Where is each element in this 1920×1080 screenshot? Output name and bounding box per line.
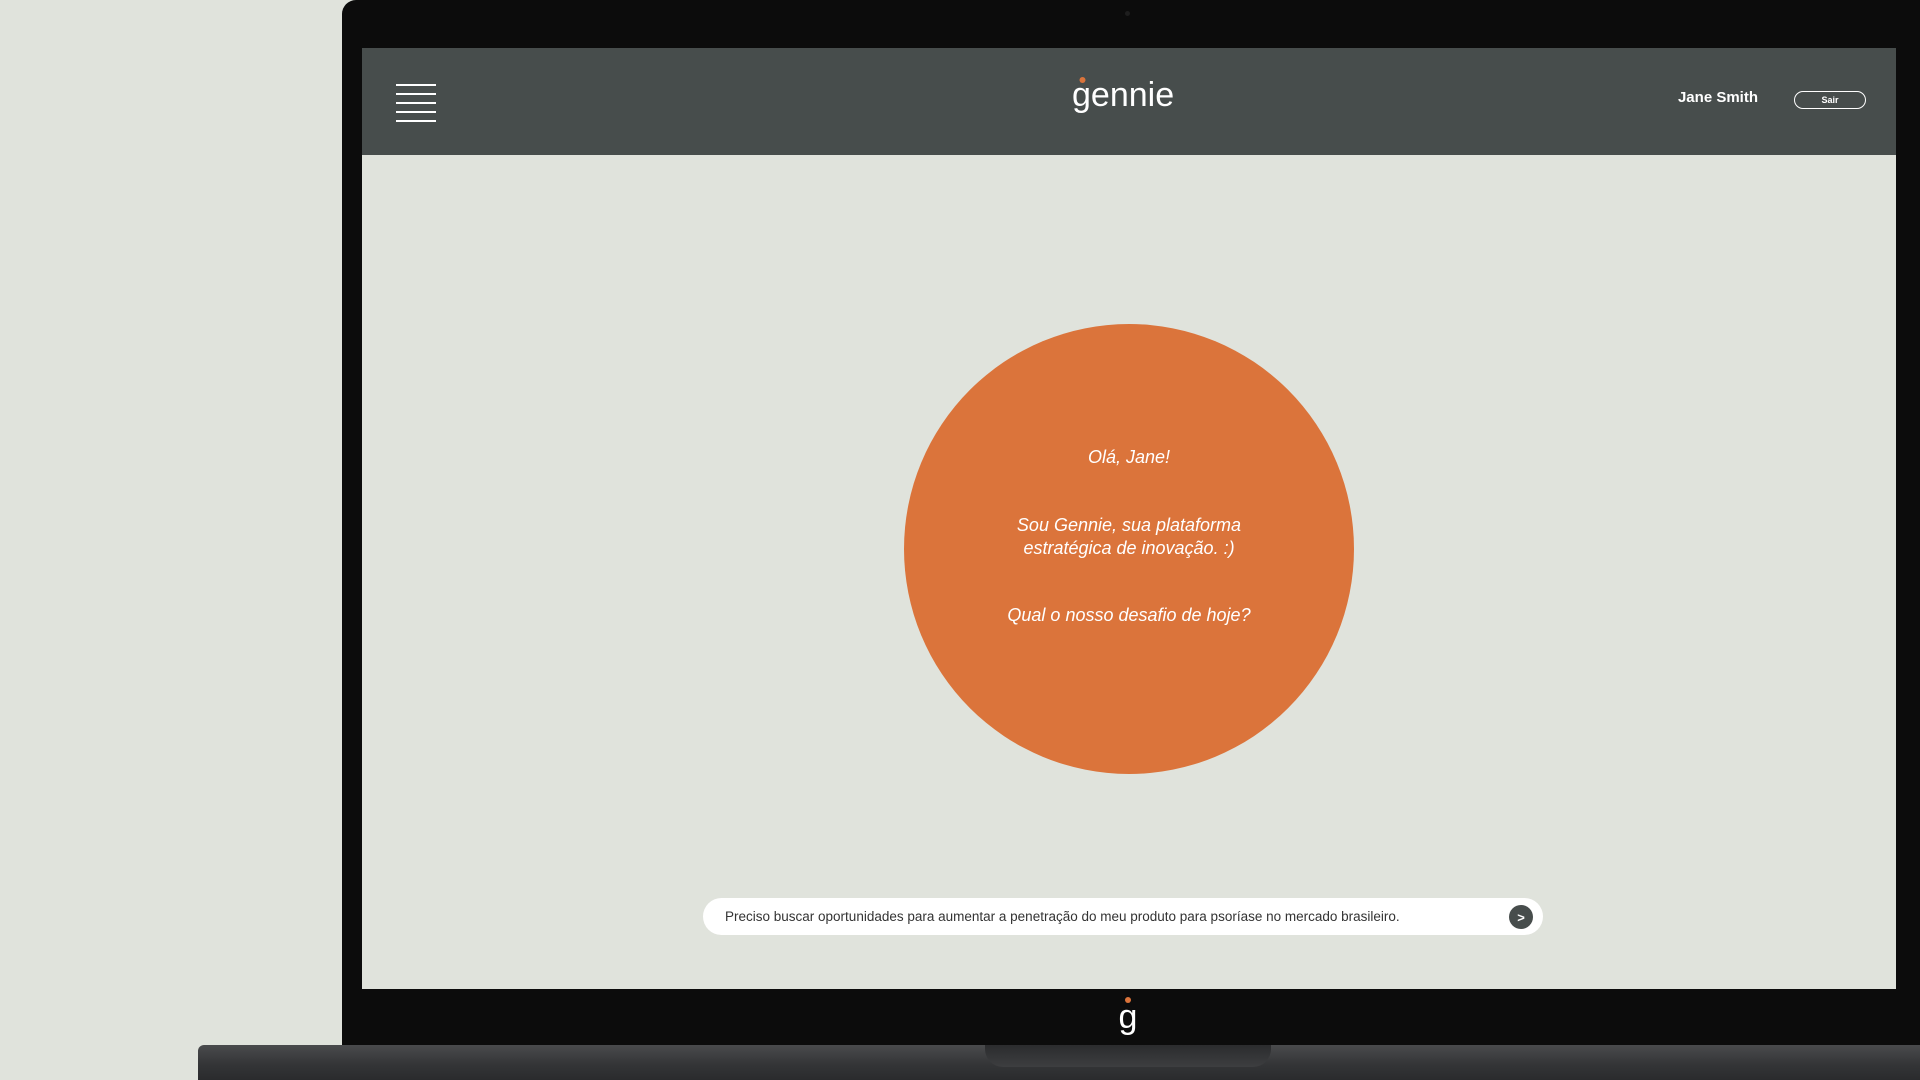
intro-line: Sou Gennie, sua plataforma estratégica d… [1016,515,1242,558]
greeting-bubble: Olá, Jane! Sou Gennie, sua plataforma es… [904,324,1354,774]
greeting-line: Olá, Jane! [1087,447,1171,467]
chat-input[interactable] [725,898,1495,935]
app-screen: gennie Jane Smith Sair Olá, Jane! Sou Ge… [362,48,1896,989]
send-arrow-icon[interactable]: > [1509,905,1533,929]
bezel-logo-icon: g [1119,997,1138,1036]
logout-button[interactable]: Sair [1794,91,1866,109]
webcam [1125,11,1130,16]
laptop-base-notch [985,1045,1271,1067]
logo-text: gennie [1072,76,1174,114]
user-name: Jane Smith [1677,89,1758,106]
hamburger-menu-icon[interactable] [396,84,436,122]
app-header: gennie Jane Smith Sair [362,48,1896,155]
bezel-logo-text: g [1119,998,1138,1036]
gennie-logo: gennie [1072,76,1174,114]
chat-bar: > [703,898,1543,935]
question-line: Qual o nosso desafio de hoje? [1007,605,1251,625]
